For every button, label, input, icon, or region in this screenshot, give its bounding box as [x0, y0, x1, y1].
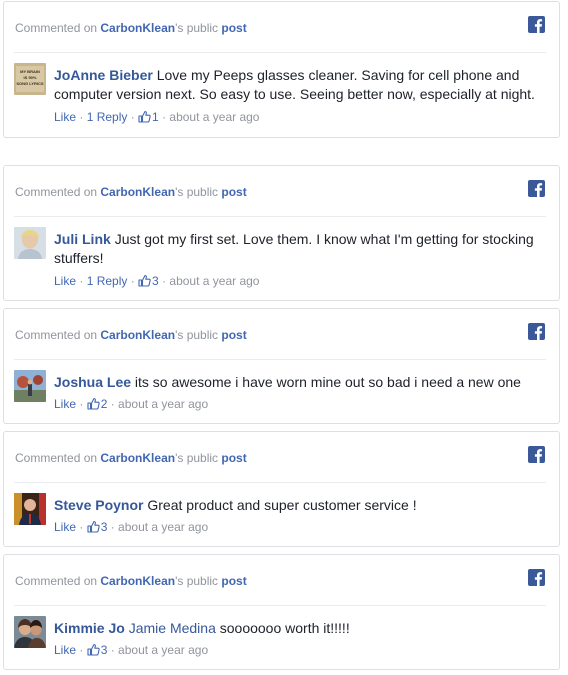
- comment-body: JoAnne Bieber Love my Peeps glasses clea…: [54, 66, 544, 104]
- like-count[interactable]: 2: [87, 397, 107, 413]
- commented-on-text: Commented on CarbonKlean's public post: [15, 21, 247, 35]
- comment-author[interactable]: Joshua Lee: [54, 374, 131, 390]
- timestamp[interactable]: about a year ago: [118, 397, 208, 411]
- like-link[interactable]: Like: [54, 397, 76, 411]
- svg-text:SONG LYRICS: SONG LYRICS: [16, 81, 44, 86]
- avatar[interactable]: [14, 370, 46, 402]
- like-count[interactable]: 3: [138, 274, 159, 288]
- svg-text:MY BRAIN: MY BRAIN: [20, 69, 40, 74]
- reply-link[interactable]: 1 Reply: [87, 274, 128, 288]
- comment-card: Commented on CarbonKlean's public post S…: [3, 431, 560, 547]
- comment-body: Juli Link Just got my first set. Love th…: [54, 230, 544, 268]
- comment-author[interactable]: JoAnne Bieber: [54, 67, 153, 83]
- commented-on-text: Commented on CarbonKlean's public post: [15, 574, 247, 588]
- avatar[interactable]: MY BRAIN IS 90% SONG LYRICS: [14, 63, 46, 95]
- thumbs-up-icon: [87, 520, 100, 536]
- page-link[interactable]: CarbonKlean: [100, 328, 175, 342]
- thumbs-up-icon: [138, 110, 151, 126]
- thumbs-up-icon: [87, 643, 100, 659]
- avatar[interactable]: [14, 227, 46, 259]
- page-link[interactable]: CarbonKlean: [100, 185, 175, 199]
- comment-text: Great product and super customer service…: [147, 497, 417, 513]
- like-count[interactable]: 3: [87, 520, 107, 536]
- page-link[interactable]: CarbonKlean: [100, 451, 175, 465]
- post-link[interactable]: post: [221, 574, 246, 588]
- commented-on-text: Commented on CarbonKlean's public post: [15, 451, 247, 465]
- facebook-icon[interactable]: [528, 180, 545, 197]
- comment-actions: Like · 3 · about a year ago: [54, 520, 209, 536]
- facebook-icon[interactable]: [528, 323, 545, 340]
- page-link[interactable]: CarbonKlean: [100, 21, 175, 35]
- comment-body: Steve Poynor Great product and super cus…: [54, 496, 544, 515]
- like-link[interactable]: Like: [54, 643, 76, 657]
- card-header: Commented on CarbonKlean's public post: [14, 432, 546, 483]
- page-link[interactable]: CarbonKlean: [100, 574, 175, 588]
- timestamp[interactable]: about a year ago: [118, 520, 208, 534]
- comment-actions: Like · 3 · about a year ago: [54, 643, 209, 659]
- svg-text:IS 90%: IS 90%: [24, 75, 37, 80]
- comment-body: Kimmie Jo Jamie Medina sooooooo worth it…: [54, 619, 544, 638]
- card-header: Commented on CarbonKlean's public post: [14, 309, 546, 360]
- avatar[interactable]: [14, 493, 46, 525]
- comment-actions: Like · 1 Reply · 1 · about a year ago: [54, 110, 260, 124]
- post-link[interactable]: post: [221, 21, 246, 35]
- post-link[interactable]: post: [221, 451, 246, 465]
- commented-on-text: Commented on CarbonKlean's public post: [15, 185, 247, 199]
- thumbs-up-icon: [138, 274, 151, 290]
- post-link[interactable]: post: [221, 328, 246, 342]
- comment-card: Commented on CarbonKlean's public post J…: [3, 165, 560, 301]
- comment-actions: Like · 2 · about a year ago: [54, 397, 209, 413]
- comment-body: Joshua Lee its so awesome i have worn mi…: [54, 373, 544, 392]
- comment-author[interactable]: Kimmie Jo: [54, 620, 125, 636]
- thumbs-up-icon: [87, 397, 100, 413]
- facebook-icon[interactable]: [528, 446, 545, 463]
- comment-text: sooooooo worth it!!!!!: [219, 620, 350, 636]
- timestamp[interactable]: about a year ago: [169, 110, 259, 124]
- comment-actions: Like · 1 Reply · 3 · about a year ago: [54, 274, 260, 288]
- mentioned-user[interactable]: Jamie Medina: [129, 620, 216, 636]
- card-header: Commented on CarbonKlean's public post: [14, 166, 546, 217]
- commented-on-text: Commented on CarbonKlean's public post: [15, 328, 247, 342]
- comment-card: Commented on CarbonKlean's public post J…: [3, 308, 560, 424]
- like-link[interactable]: Like: [54, 274, 76, 288]
- timestamp[interactable]: about a year ago: [118, 643, 208, 657]
- card-header: Commented on CarbonKlean's public post: [14, 2, 546, 53]
- reply-link[interactable]: 1 Reply: [87, 110, 128, 124]
- comment-card: Commented on CarbonKlean's public post M…: [3, 1, 560, 138]
- comment-text: Just got my first set. Love them. I know…: [54, 231, 534, 266]
- facebook-icon[interactable]: [528, 16, 545, 33]
- avatar[interactable]: [14, 616, 46, 648]
- comment-author[interactable]: Steve Poynor: [54, 497, 143, 513]
- like-count[interactable]: 3: [87, 643, 107, 659]
- facebook-icon[interactable]: [528, 569, 545, 586]
- card-header: Commented on CarbonKlean's public post: [14, 555, 546, 606]
- comment-card: Commented on CarbonKlean's public post K…: [3, 554, 560, 670]
- like-link[interactable]: Like: [54, 520, 76, 534]
- comment-text: its so awesome i have worn mine out so b…: [134, 374, 521, 390]
- like-link[interactable]: Like: [54, 110, 76, 124]
- like-count[interactable]: 1: [138, 110, 159, 124]
- post-link[interactable]: post: [221, 185, 246, 199]
- timestamp[interactable]: about a year ago: [169, 274, 259, 288]
- comment-author[interactable]: Juli Link: [54, 231, 111, 247]
